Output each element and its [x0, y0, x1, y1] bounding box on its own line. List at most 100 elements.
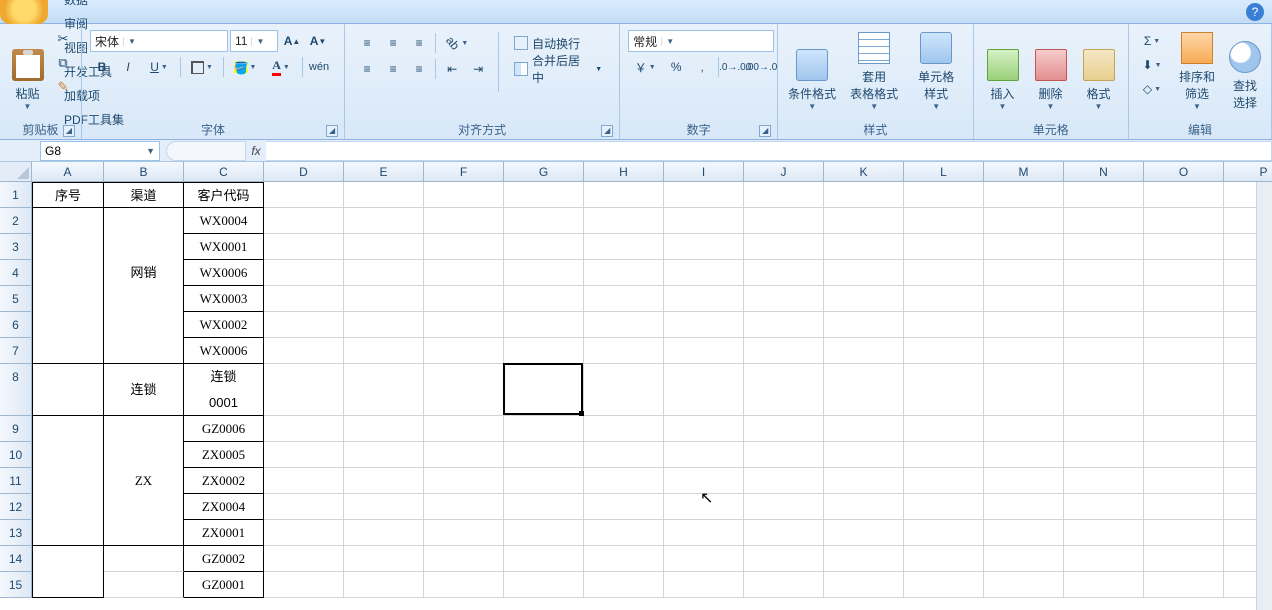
cell-H11[interactable] [584, 468, 664, 494]
orientation-button[interactable]: ab▼ [440, 32, 474, 54]
cell-D8[interactable] [264, 364, 344, 416]
cell-K10[interactable] [824, 442, 904, 468]
cell-F7[interactable] [424, 338, 504, 364]
cell-I9[interactable] [664, 416, 744, 442]
cell-C10[interactable]: ZX0005 [184, 442, 264, 468]
cell-F2[interactable] [424, 208, 504, 234]
name-box[interactable]: G8▼ [40, 141, 160, 161]
cell-N13[interactable] [1064, 520, 1144, 546]
number-format-combo[interactable]: 常规▼ [628, 30, 774, 52]
cell-K6[interactable] [824, 312, 904, 338]
cell-B6[interactable] [104, 312, 184, 338]
cell-L11[interactable] [904, 468, 984, 494]
bold-button[interactable]: B [90, 56, 114, 78]
cell-C3[interactable]: WX0001 [184, 234, 264, 260]
cell-D5[interactable] [264, 286, 344, 312]
cell-H3[interactable] [584, 234, 664, 260]
cell-M9[interactable] [984, 416, 1064, 442]
cell-A1[interactable]: 序号 [32, 182, 104, 208]
copy-button[interactable] [51, 52, 75, 74]
align-left-button[interactable]: ≡ [355, 58, 379, 80]
cell-H15[interactable] [584, 572, 664, 598]
cell-D15[interactable] [264, 572, 344, 598]
cell-L4[interactable] [904, 260, 984, 286]
col-header-A[interactable]: A [32, 162, 104, 182]
cell-F5[interactable] [424, 286, 504, 312]
chevron-down-icon[interactable]: ▼ [661, 37, 675, 46]
cell-C11[interactable]: ZX0002 [184, 468, 264, 494]
cell-J13[interactable] [744, 520, 824, 546]
number-dialog-launcher[interactable]: ◢ [759, 125, 771, 137]
cell-styles-button[interactable]: 单元格 样式▼ [908, 28, 964, 114]
autosum-button[interactable]: Σ▼ [1137, 30, 1167, 52]
cell-B2[interactable] [104, 208, 184, 234]
cell-D10[interactable] [264, 442, 344, 468]
cell-E14[interactable] [344, 546, 424, 572]
cell-E7[interactable] [344, 338, 424, 364]
cell-M6[interactable] [984, 312, 1064, 338]
cell-J8[interactable] [744, 364, 824, 416]
cell-K15[interactable] [824, 572, 904, 598]
cell-E11[interactable] [344, 468, 424, 494]
cell-G12[interactable] [504, 494, 584, 520]
borders-button[interactable]: ▼ [185, 56, 219, 78]
cell-K12[interactable] [824, 494, 904, 520]
sort-filter-button[interactable]: 排序和 筛选▼ [1171, 28, 1223, 114]
cell-F8[interactable] [424, 364, 504, 416]
cut-button[interactable] [51, 28, 75, 50]
row-header-6[interactable]: 6 [0, 312, 32, 338]
cell-G6[interactable] [504, 312, 584, 338]
decrease-indent-button[interactable]: ⇤ [440, 58, 464, 80]
cell-N8[interactable] [1064, 364, 1144, 416]
cell-M8[interactable] [984, 364, 1064, 416]
cell-M7[interactable] [984, 338, 1064, 364]
col-header-C[interactable]: C [184, 162, 264, 182]
cell-L14[interactable] [904, 546, 984, 572]
col-header-O[interactable]: O [1144, 162, 1224, 182]
cell-C5[interactable]: WX0003 [184, 286, 264, 312]
cell-C2[interactable]: WX0004 [184, 208, 264, 234]
col-header-D[interactable]: D [264, 162, 344, 182]
cell-O4[interactable] [1144, 260, 1224, 286]
cell-D2[interactable] [264, 208, 344, 234]
cell-A2[interactable] [32, 208, 104, 234]
cell-B1[interactable]: 渠道 [104, 182, 184, 208]
cell-G4[interactable] [504, 260, 584, 286]
percent-button[interactable]: % [664, 56, 688, 78]
cell-I6[interactable] [664, 312, 744, 338]
cell-C15[interactable]: GZ0001 [184, 572, 264, 598]
cell-B7[interactable] [104, 338, 184, 364]
cell-N4[interactable] [1064, 260, 1144, 286]
row-header-13[interactable]: 13 [0, 520, 32, 546]
cell-L12[interactable] [904, 494, 984, 520]
cell-E5[interactable] [344, 286, 424, 312]
col-header-J[interactable]: J [744, 162, 824, 182]
cell-E1[interactable] [344, 182, 424, 208]
cell-B8[interactable]: 连锁 [104, 364, 184, 416]
cell-O6[interactable] [1144, 312, 1224, 338]
cell-L8[interactable] [904, 364, 984, 416]
cell-H14[interactable] [584, 546, 664, 572]
cell-F13[interactable] [424, 520, 504, 546]
cell-G2[interactable] [504, 208, 584, 234]
cell-I4[interactable] [664, 260, 744, 286]
cell-H10[interactable] [584, 442, 664, 468]
cell-J9[interactable] [744, 416, 824, 442]
cell-J2[interactable] [744, 208, 824, 234]
cell-E6[interactable] [344, 312, 424, 338]
help-icon[interactable]: ? [1246, 3, 1264, 21]
chevron-down-icon[interactable]: ▼ [251, 37, 265, 46]
cell-N12[interactable] [1064, 494, 1144, 520]
cell-J3[interactable] [744, 234, 824, 260]
formula-input[interactable] [266, 141, 1272, 161]
cell-M2[interactable] [984, 208, 1064, 234]
comma-button[interactable]: , [690, 56, 714, 78]
format-painter-button[interactable] [51, 76, 75, 98]
cell-L5[interactable] [904, 286, 984, 312]
cell-O13[interactable] [1144, 520, 1224, 546]
format-as-table-button[interactable]: 套用 表格格式▼ [842, 28, 906, 114]
cell-C13[interactable]: ZX0001 [184, 520, 264, 546]
cell-N10[interactable] [1064, 442, 1144, 468]
cell-A7[interactable] [32, 338, 104, 364]
cell-N14[interactable] [1064, 546, 1144, 572]
